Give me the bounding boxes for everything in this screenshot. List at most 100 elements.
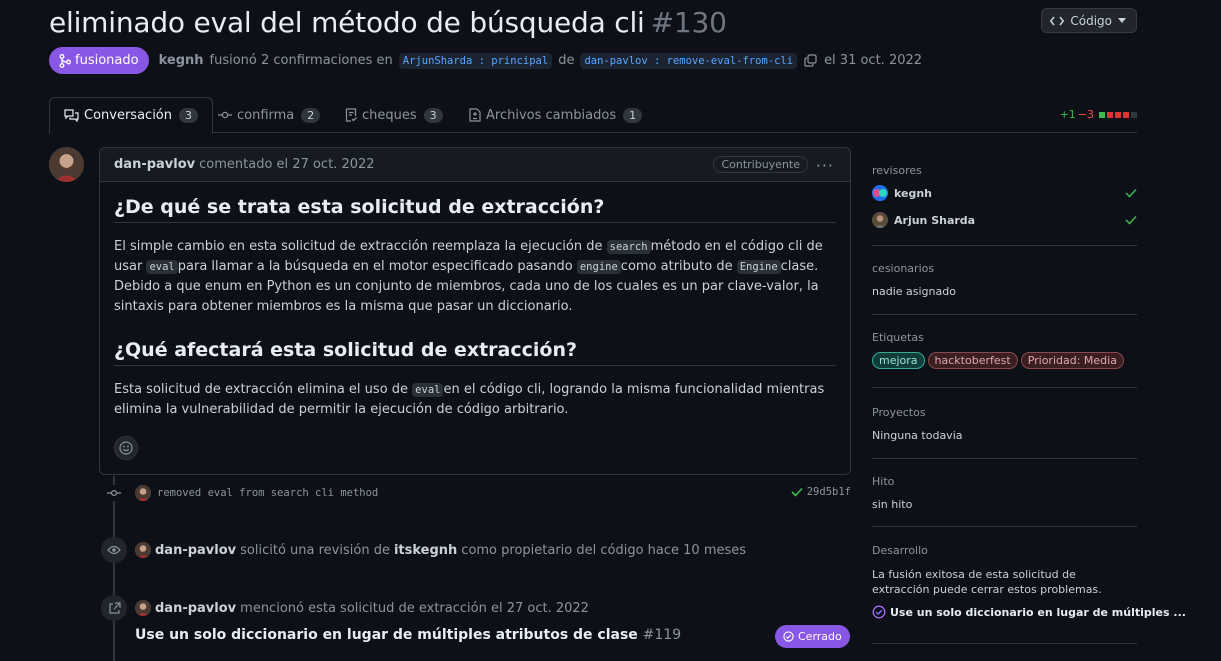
issue-state-badge: Cerrado — [775, 625, 850, 648]
reviewer-item[interactable]: kegnh — [872, 184, 1137, 202]
check-icon — [1125, 188, 1137, 198]
inline-code: Engine — [736, 260, 781, 274]
sidebar-section-title[interactable]: Etiquetas — [872, 331, 1137, 344]
tab-count: 1 — [623, 107, 643, 123]
comment-discussion-icon — [64, 109, 79, 122]
sidebar-section-value: nadie asignado — [872, 285, 956, 298]
check-icon[interactable] — [791, 487, 803, 497]
inline-code: search — [606, 240, 651, 254]
sidebar-development: Desarrollo La fusión exitosa de esta sol… — [872, 544, 1186, 644]
caret-down-icon — [1118, 18, 1126, 23]
issue-closed-icon — [872, 605, 886, 619]
tab-files-changed[interactable]: Archivos cambiados 1 — [469, 97, 643, 133]
role-badge: Contribuyente — [713, 156, 808, 173]
issue-state-label: Cerrado — [798, 630, 842, 643]
linked-issue-link[interactable]: Use un solo diccionario en lugar de múlt… — [872, 605, 1186, 619]
copy-icon[interactable] — [804, 54, 817, 67]
paragraph-text: para llamar a la búsqueda en el motor es… — [177, 259, 573, 274]
kebab-menu-icon[interactable]: ··· — [816, 156, 834, 175]
sidebar-section-title[interactable]: cesionarios — [872, 262, 1137, 275]
tab-conversation[interactable]: Conversación 3 — [49, 97, 213, 134]
commit-status: 29d5b1f — [791, 486, 851, 498]
event-actor[interactable]: dan-pavlov — [155, 543, 236, 558]
commit-sha[interactable]: 29d5b1f — [807, 486, 851, 498]
tab-label: confirma — [237, 107, 295, 123]
cross-reference-icon — [101, 595, 127, 621]
reviewer-name: Arjun Sharda — [894, 213, 976, 227]
avatar[interactable] — [135, 485, 151, 501]
timeline-commit: removed eval from search cli method 29d5… — [106, 484, 851, 502]
tab-commits[interactable]: confirma 2 — [218, 97, 321, 133]
avatar[interactable] — [135, 542, 151, 558]
commit-icon — [218, 110, 232, 120]
sidebar-section-value: sin hito — [872, 498, 913, 511]
head-branch[interactable]: dan-pavlov : remove-eval-from-cli — [580, 52, 798, 69]
diffstat-additions: +1 — [1059, 108, 1076, 121]
avatar[interactable] — [135, 600, 151, 616]
status-badge-label: fusionado — [75, 53, 139, 68]
sidebar-reviewers: revisores kegnh Arjun Sharda — [872, 164, 1137, 246]
pr-title-text: eliminado eval del método de búsqueda cl… — [49, 6, 645, 39]
comment-heading: ¿Qué afectará esta solicitud de extracci… — [114, 339, 836, 366]
eye-icon — [101, 537, 127, 563]
tab-label: Conversación — [84, 108, 172, 123]
diffstat-block — [1131, 111, 1137, 118]
label-chip[interactable]: mejora — [872, 352, 925, 369]
pr-header: eliminado eval del método de búsqueda cl… — [49, 4, 1137, 40]
code-button[interactable]: Código — [1041, 8, 1137, 33]
diffstat-deletions: −3 — [1077, 108, 1094, 121]
commit-message[interactable]: removed eval from search cli method — [157, 487, 378, 499]
paragraph-text: como atributo de — [620, 259, 733, 274]
merge-action-text: fusionó 2 confirmaciones en — [209, 53, 393, 68]
avatar[interactable] — [49, 147, 84, 182]
sidebar-section-value: La fusión exitosa de esta solicitud de e… — [872, 568, 1102, 596]
event-text: solicitó una revisión de — [240, 542, 390, 558]
base-branch[interactable]: ArjunSharda : principal — [398, 52, 553, 69]
paragraph-text: El simple cambio en esta solicitud de ex… — [114, 239, 603, 254]
sidebar-section-title[interactable]: Hito — [872, 475, 1137, 488]
check-icon — [1125, 215, 1137, 225]
sidebar-section-title[interactable]: Desarrollo — [872, 544, 1137, 557]
tab-checks[interactable]: cheques 3 — [345, 97, 443, 133]
inline-code: eval — [146, 260, 178, 274]
merge-date: el 31 oct. 2022 — [824, 53, 923, 68]
linked-issue[interactable]: Use un solo diccionario en lugar de múlt… — [135, 627, 681, 643]
sidebar-section-value: Ninguna todavia — [872, 429, 963, 442]
label-chip[interactable]: Prioridad: Media — [1020, 352, 1124, 369]
diffstat-block — [1099, 111, 1105, 118]
tab-count: 3 — [423, 107, 443, 123]
sidebar-section-title[interactable]: Proyectos — [872, 406, 1137, 419]
linked-issue-title[interactable]: Use un solo diccionario en lugar de múlt… — [135, 627, 638, 643]
file-diff-icon — [469, 108, 481, 122]
sidebar-section-title[interactable]: revisores — [872, 164, 1137, 177]
diffstat-block — [1107, 111, 1113, 118]
code-icon — [1050, 16, 1065, 26]
timeline-review-request: dan-pavlov solicitó una revisión de itsk… — [101, 537, 746, 563]
diffstat-block — [1115, 111, 1121, 118]
event-text: mencionó esta solicitud de extracción el… — [240, 600, 589, 616]
comment-author[interactable]: dan-pavlov — [114, 157, 195, 172]
event-actor[interactable]: dan-pavlov — [155, 601, 236, 616]
issue-closed-icon — [783, 631, 794, 642]
avatar — [872, 185, 888, 201]
add-reaction-button[interactable] — [114, 436, 138, 460]
inline-code: engine — [576, 260, 621, 274]
merge-icon — [59, 53, 71, 68]
pr-meta: fusionado kegnh fusionó 2 confirmaciones… — [49, 47, 922, 74]
comment-box: dan-pavlov comentado el 27 oct. 2022 Con… — [99, 147, 851, 475]
label-chip[interactable]: hacktoberfest — [927, 352, 1018, 369]
event-text: como propietario del código hace 10 mese… — [461, 542, 747, 558]
merger-link[interactable]: kegnh — [159, 53, 204, 68]
diffstat-block — [1123, 111, 1129, 118]
comment-heading: ¿De qué se trata esta solicitud de extra… — [114, 196, 836, 223]
reviewer-name: kegnh — [894, 186, 933, 200]
reviewer-item[interactable]: Arjun Sharda — [872, 211, 1137, 229]
event-target[interactable]: itskegnh — [394, 543, 457, 558]
comment-timestamp[interactable]: comentado el 27 oct. 2022 — [199, 157, 374, 172]
linked-issue-title: Use un solo diccionario en lugar de múlt… — [890, 605, 1186, 619]
tab-count: 3 — [179, 108, 198, 123]
avatar — [872, 212, 888, 228]
commit-icon — [106, 485, 122, 501]
comment-paragraph: Esta solicitud de extracción elimina el … — [114, 380, 836, 420]
pr-tabs: Conversación 3 confirma 2 cheques 3 Arch… — [49, 97, 1137, 134]
